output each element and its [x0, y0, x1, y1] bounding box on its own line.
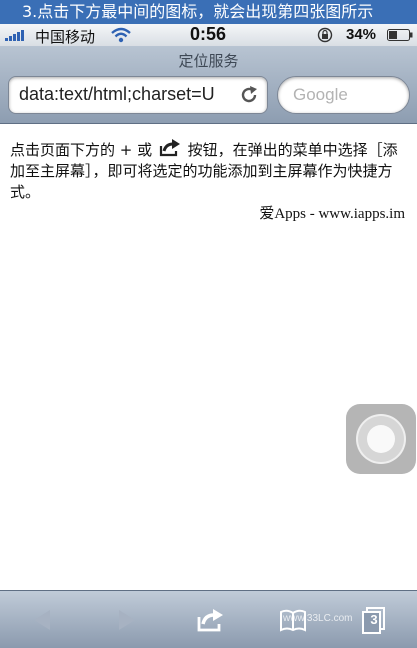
battery-icon	[387, 29, 413, 41]
clock: 0:56	[190, 24, 227, 44]
instruction-before: 点击页面下方的 + 或	[10, 141, 153, 159]
share-glyph-icon	[159, 139, 180, 157]
reload-icon[interactable]	[238, 84, 260, 106]
assistive-touch-ring	[356, 414, 406, 464]
wifi-icon	[111, 27, 131, 43]
search-placeholder: Google	[293, 85, 348, 104]
watermark-text: www.33LC.com	[283, 613, 353, 624]
address-text[interactable]: data:text/html;charset=U	[19, 84, 234, 105]
orientation-lock-icon	[317, 27, 333, 43]
battery-percentage: 34%	[346, 26, 377, 43]
signal-strength-icon	[5, 30, 24, 41]
pages-count: 3	[370, 612, 378, 627]
browser-header: 定位服务 data:text/html;charset=U Google	[0, 46, 417, 124]
address-bar[interactable]: data:text/html;charset=U	[8, 76, 268, 114]
page-title: 定位服务	[178, 52, 239, 70]
assistive-touch-button[interactable]	[346, 404, 416, 474]
status-bar: 中国移动 0:56 34%	[0, 24, 417, 46]
page-content: 点击页面下方的 + 或 按钮，在弹出的菜单中选择［添加至主屏幕］，即可将选定的功…	[0, 124, 417, 590]
search-field[interactable]: Google	[277, 76, 410, 114]
caption-bar: 3.点击下方最中间的图标，就会出现第四张图所示	[0, 0, 417, 24]
pages-button[interactable]: 3	[358, 605, 388, 635]
credit-text: 爱Apps - www.iapps.im	[259, 206, 405, 222]
bottom-toolbar: www.33LC.com 3	[0, 590, 417, 648]
back-arrow-icon[interactable]	[28, 605, 58, 635]
carrier-name: 中国移动	[35, 29, 96, 46]
caption-text: 3.点击下方最中间的图标，就会出现第四张图所示	[22, 2, 374, 21]
share-icon[interactable]	[195, 605, 225, 635]
forward-arrow-icon[interactable]	[111, 605, 141, 635]
assistive-touch-core	[367, 425, 395, 453]
instruction-text: 点击页面下方的 + 或 按钮，在弹出的菜单中选择［添加至主屏幕］，即可将选定的功…	[10, 139, 406, 203]
